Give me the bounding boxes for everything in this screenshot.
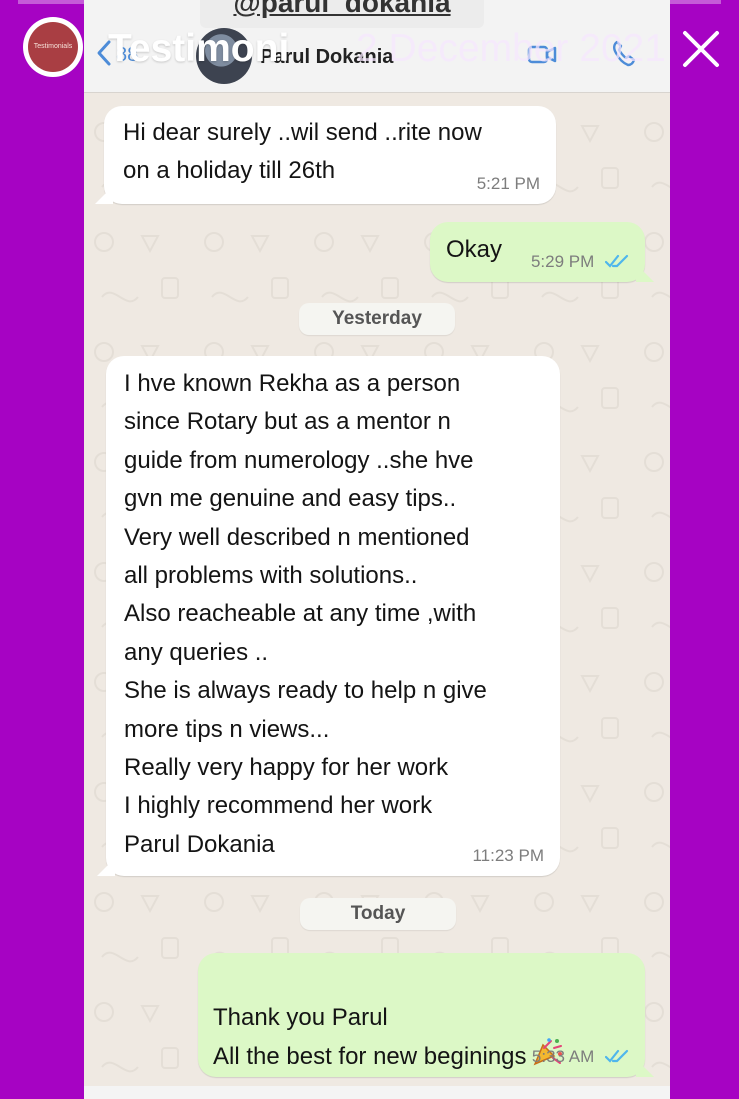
bubble-tail [636, 264, 654, 282]
bubble-tail [97, 858, 115, 876]
time-label: 5:33 AM [531, 1047, 595, 1066]
message-bubble-2[interactable]: Okay 5:29 PM [430, 222, 654, 282]
date-separator-today: Today [300, 898, 456, 930]
chat-bottom-edge [84, 1086, 670, 1099]
message-text: Okay [446, 236, 503, 263]
account-avatar[interactable]: Testimonials [23, 17, 83, 77]
message-text: Thank you Parul All the best for new beg… [213, 961, 563, 1076]
date-separator-yesterday: Yesterday [299, 303, 455, 335]
message-time: 5:29 PM [531, 252, 629, 272]
account-logo: Testimonials [28, 22, 78, 72]
story-title: Testimoni [108, 27, 290, 70]
instagram-handle[interactable]: @parul_dokania [200, 0, 484, 28]
read-ticks-icon [605, 1049, 629, 1063]
message-bubble-1[interactable]: Hi dear surely ..wil send ..rite now on … [95, 106, 556, 204]
message-text: Hi dear surely ..wil send ..rite now on … [123, 119, 482, 185]
message-bubble-3[interactable]: I hve known Rekha as a person since Rota… [97, 356, 560, 876]
bubble-tail [95, 186, 113, 204]
time-label: 5:29 PM [530, 252, 595, 271]
bubble-tail [636, 1059, 654, 1077]
message-bubble-4[interactable]: Thank you Parul All the best for new beg… [198, 953, 654, 1077]
chat-screenshot: @parul_dokania 88 Parul Dokania Hi dear … [84, 0, 670, 1099]
close-icon[interactable] [678, 26, 724, 72]
message-text: I hve known Rekha as a person since Rota… [124, 370, 487, 858]
message-time: 11:23 PM [472, 846, 544, 865]
message-time: 5:21 PM [476, 174, 540, 193]
message-body: Thank you Parul All the best for new beg… [213, 1004, 527, 1070]
story-date: 2 December 2021 [356, 27, 667, 70]
message-time: 5:33 AM [532, 1047, 629, 1067]
read-ticks-icon [605, 254, 629, 268]
